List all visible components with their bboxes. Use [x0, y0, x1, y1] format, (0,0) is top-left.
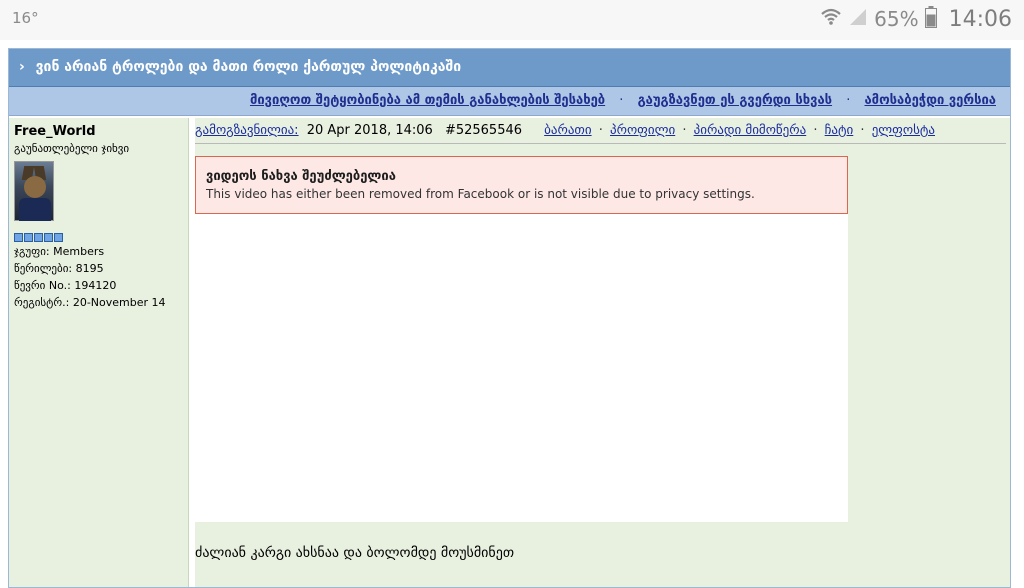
topic-bullet-icon: › [19, 59, 25, 75]
author-title: გაუნათლებელი ჯიხვი [14, 142, 130, 155]
rank-pip-icon [44, 233, 53, 242]
rank-pips [14, 233, 183, 242]
battery-percent: 65% [874, 7, 919, 31]
topic-title: ვინ არიან ტროლები და მათი როლი ქართულ პო… [35, 59, 462, 75]
separator: · [813, 123, 818, 138]
battery-icon [924, 6, 937, 32]
send-page-link[interactable]: გაუგზავნეთ ეს გვერდი სხვას [638, 93, 833, 108]
clock: 14:06 [948, 6, 1012, 32]
author-sidebar: Free_World გაუნათლებელი ჯიხვი ჯგუფი: Mem… [9, 118, 189, 587]
avatar[interactable] [14, 161, 54, 221]
author-name[interactable]: Free_World [14, 124, 183, 139]
separator: · [846, 93, 851, 108]
rank-pip-icon [54, 233, 63, 242]
temperature: 16° [12, 9, 39, 27]
separator: · [619, 93, 624, 108]
author-member-no: წევრი No.: 194120 [14, 279, 117, 292]
post-date: 20 Apr 2018, 14:06 [306, 123, 433, 138]
topic-title-bar: › ვინ არიან ტროლები და მათი როლი ქართულ … [9, 49, 1010, 87]
embedded-video[interactable]: ვიდეოს ნახვა შეუძლებელია This video has … [195, 156, 848, 522]
notify-link[interactable]: მივიღოთ შეტყობინება ამ თემის განახლების … [250, 93, 605, 108]
wifi-icon [820, 7, 842, 31]
print-version-link[interactable]: ამოსაბეჭდი ვერსია [864, 93, 996, 108]
separator: · [598, 123, 603, 138]
author-registered: რეგისტრ.: 20-November 14 [14, 296, 166, 309]
separator: · [682, 123, 687, 138]
post-row: Free_World გაუნათლებელი ჯიხვი ჯგუფი: Mem… [9, 118, 1010, 587]
video-error-description: This video has either been removed from … [206, 187, 755, 201]
post-meta: გამოგზავნილია: 20 Apr 2018, 14:06 #52565… [195, 123, 1006, 144]
profile-link[interactable]: პროფილი [610, 123, 675, 138]
post-id: #52565546 [444, 123, 523, 138]
author-group: ჯგუფი: Members [14, 245, 105, 258]
author-links: ბარათი · პროფილი · პირადი მიმოწერა · ჩატ… [544, 123, 935, 138]
video-error-title: ვიდეოს ნახვა შეუძლებელია [206, 169, 396, 184]
chat-link[interactable]: ჩატი [825, 123, 854, 138]
post-sent-label[interactable]: გამოგზავნილია: [195, 123, 299, 138]
forum-post-container: › ვინ არიან ტროლები და მათი როლი ქართულ … [8, 48, 1011, 588]
rank-pip-icon [34, 233, 43, 242]
status-bar: 16° 65% 14:06 [0, 0, 1024, 40]
private-message-link[interactable]: პირადი მიმოწერა [694, 123, 807, 138]
rank-pip-icon [24, 233, 33, 242]
avatar-body [19, 198, 51, 221]
email-link[interactable]: ელფოსტა [872, 123, 935, 138]
video-error-message: ვიდეოს ნახვა შეუძლებელია This video has … [195, 156, 848, 214]
topic-options-bar: მივიღოთ შეტყობინება ამ თემის განახლების … [9, 87, 1010, 116]
status-bar-right: 65% 14:06 [820, 6, 1012, 32]
signal-icon [848, 7, 868, 31]
rank-pip-icon [14, 233, 23, 242]
avatar-head [24, 176, 46, 198]
post-content: გამოგზავნილია: 20 Apr 2018, 14:06 #52565… [195, 118, 1010, 587]
separator: · [860, 123, 865, 138]
card-link[interactable]: ბარათი [544, 123, 591, 138]
author-posts: წერილები: 8195 [14, 262, 104, 275]
post-body-text: ძალიან კარგი ახსნაა და ბოლომდე მოუსმინეთ [195, 545, 515, 561]
